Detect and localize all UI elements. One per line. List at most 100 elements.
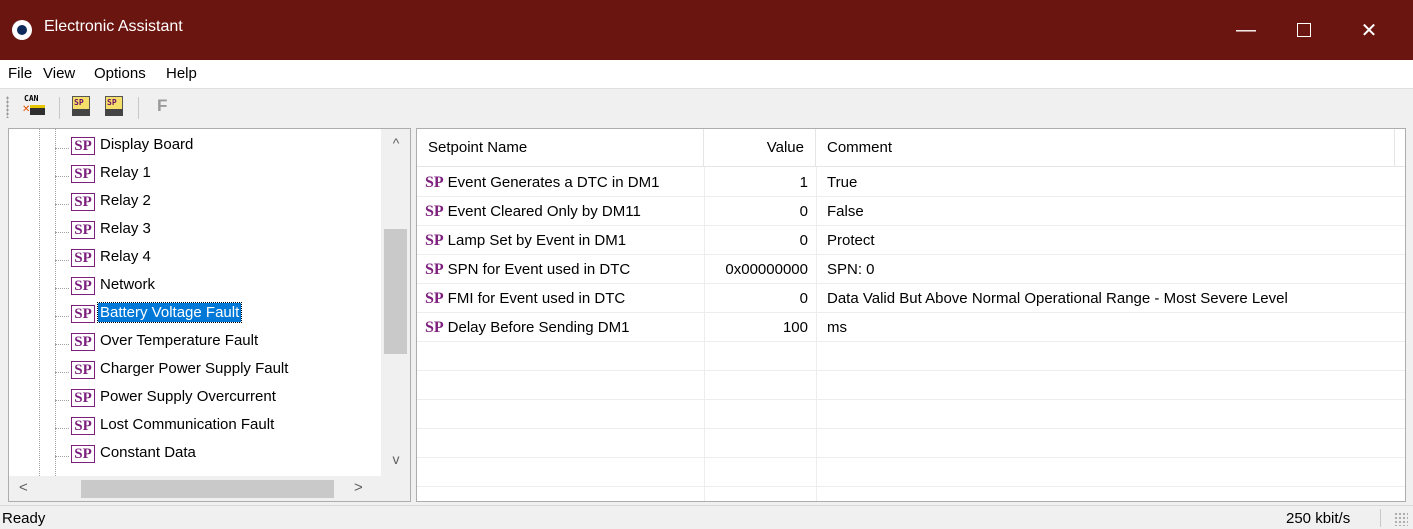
column-header-name[interactable]: Setpoint Name bbox=[417, 129, 704, 167]
setpoint-icon: SP bbox=[425, 290, 444, 307]
menu-file[interactable]: File bbox=[8, 65, 32, 82]
setpoint-value-cell[interactable]: 0 bbox=[704, 197, 808, 226]
minimize-icon: — bbox=[1236, 18, 1256, 41]
tree-item-label[interactable]: Power Supply Overcurrent bbox=[98, 387, 278, 406]
setpoint-group-icon: SP bbox=[71, 249, 95, 267]
setpoint-icon: SP bbox=[425, 261, 444, 278]
setpoint-group-icon: SP bbox=[71, 445, 95, 463]
setpoint-group-icon: SP bbox=[71, 417, 95, 435]
save-setpoints-button[interactable]: SP bbox=[103, 95, 127, 117]
tree-item-label[interactable]: Network bbox=[98, 275, 157, 294]
table-row[interactable]: SP Event Generates a DTC in DM1 1 True bbox=[417, 168, 1405, 197]
table-row[interactable]: SP Lamp Set by Event in DM1 0 Protect bbox=[417, 226, 1405, 255]
tree-item-label[interactable]: Over Temperature Fault bbox=[98, 331, 260, 350]
maximize-button[interactable] bbox=[1275, 0, 1333, 60]
setpoint-open-icon: SP bbox=[74, 98, 84, 107]
column-header-comment[interactable]: Comment bbox=[816, 129, 1395, 167]
setpoint-icon: SP bbox=[425, 174, 444, 191]
app-icon[interactable] bbox=[12, 20, 32, 40]
can-connect-button[interactable]: CAN ✕ bbox=[22, 94, 46, 117]
setpoint-comment-cell: Protect bbox=[827, 232, 875, 249]
setpoint-group-icon: SP bbox=[71, 389, 95, 407]
setpoint-comment-cell: ms bbox=[827, 319, 847, 336]
status-text: Ready bbox=[2, 510, 46, 527]
tree-item-label[interactable]: Charger Power Supply Fault bbox=[98, 359, 290, 378]
tree-item-label[interactable]: Battery Voltage Fault bbox=[96, 302, 243, 323]
setpoint-save-icon: SP bbox=[107, 98, 117, 107]
scroll-up-icon[interactable]: ^ bbox=[381, 135, 410, 151]
setpoint-list[interactable]: Setpoint Name Value Comment SP Event Gene… bbox=[416, 128, 1406, 502]
scroll-thumb[interactable] bbox=[81, 480, 334, 498]
tree-item-label[interactable]: Constant Data bbox=[98, 443, 198, 462]
resize-grip[interactable] bbox=[1394, 512, 1408, 526]
scroll-left-icon[interactable]: < bbox=[19, 479, 28, 496]
setpoint-name: Delay Before Sending DM1 bbox=[447, 319, 630, 336]
setpoint-name: SPN for Event used in DTC bbox=[447, 261, 631, 278]
setpoint-comment-cell: Data Valid But Above Normal Operational … bbox=[827, 290, 1288, 307]
setpoint-value-cell[interactable]: 0 bbox=[704, 226, 808, 255]
setpoint-value-cell[interactable]: 100 bbox=[704, 313, 808, 342]
maximize-icon bbox=[1297, 23, 1311, 37]
bitrate-indicator: 250 kbit/s bbox=[1286, 510, 1351, 527]
toolbar-separator bbox=[59, 97, 60, 119]
menu-view[interactable]: View bbox=[43, 65, 75, 82]
tree-item-label[interactable]: Relay 3 bbox=[98, 219, 153, 238]
table-row[interactable]: SP SPN for Event used in DTC 0x00000000 SPN… bbox=[417, 255, 1405, 284]
main-area: SP Display Board SP Relay 1 SP Relay 2 SP Relay… bbox=[0, 124, 1413, 505]
close-icon: ✕ bbox=[1360, 19, 1378, 42]
setpoint-comment-cell: True bbox=[827, 174, 858, 191]
setpoint-name-cell: SP Event Cleared Only by DM11 bbox=[425, 197, 641, 226]
window-title: Electronic Assistant bbox=[44, 18, 183, 35]
toolbar-grip[interactable] bbox=[6, 96, 9, 118]
tree-item-label[interactable]: Relay 1 bbox=[98, 163, 153, 182]
tree-item-label[interactable]: Relay 4 bbox=[98, 247, 153, 266]
setpoint-comment-cell: False bbox=[827, 203, 864, 220]
setpoint-name-cell: SP FMI for Event used in DTC bbox=[425, 284, 625, 313]
setpoint-value-cell[interactable]: 0 bbox=[704, 284, 808, 313]
menu-options[interactable]: Options bbox=[94, 65, 146, 82]
setpoint-name: FMI for Event used in DTC bbox=[447, 290, 626, 307]
tree-horizontal-scrollbar[interactable]: < > bbox=[9, 476, 381, 501]
status-bar: Ready 250 kbit/s bbox=[0, 505, 1413, 529]
setpoint-group-icon: SP bbox=[71, 165, 95, 183]
setpoint-name: Event Generates a DTC in DM1 bbox=[447, 174, 660, 191]
setpoint-group-icon: SP bbox=[71, 361, 95, 379]
setpoint-icon: SP bbox=[425, 232, 444, 249]
setpoint-group-icon: SP bbox=[71, 137, 95, 155]
flash-button[interactable]: F bbox=[157, 96, 181, 118]
setpoint-group-icon: SP bbox=[71, 333, 95, 351]
tree-item-label[interactable]: Display Board bbox=[98, 135, 195, 154]
setpoint-name-cell: SP SPN for Event used in DTC bbox=[425, 255, 630, 284]
setpoint-name-cell: SP Lamp Set by Event in DM1 bbox=[425, 226, 626, 255]
scroll-thumb[interactable] bbox=[384, 229, 407, 354]
close-button[interactable]: ✕ bbox=[1340, 0, 1398, 60]
scroll-down-icon[interactable]: v bbox=[381, 451, 410, 467]
setpoint-value-cell[interactable]: 1 bbox=[704, 168, 808, 197]
setpoint-icon: SP bbox=[425, 203, 444, 220]
table-row[interactable]: SP FMI for Event used in DTC 0 Data Valid B… bbox=[417, 284, 1405, 313]
setpoint-name: Lamp Set by Event in DM1 bbox=[447, 232, 627, 249]
title-bar: Electronic Assistant — ✕ bbox=[0, 0, 1413, 60]
setpoint-name-cell: SP Delay Before Sending DM1 bbox=[425, 313, 629, 342]
setpoint-value-cell[interactable]: 0x00000000 bbox=[704, 255, 808, 284]
minimize-button[interactable]: — bbox=[1217, 0, 1275, 60]
can-icon: CAN bbox=[24, 94, 39, 103]
table-row[interactable]: SP Delay Before Sending DM1 100 ms bbox=[417, 313, 1405, 342]
tree-item-label[interactable]: Relay 2 bbox=[98, 191, 153, 210]
setpoint-icon: SP bbox=[425, 319, 444, 336]
setpoint-name-cell: SP Event Generates a DTC in DM1 bbox=[425, 168, 659, 197]
open-setpoints-button[interactable]: SP bbox=[70, 95, 94, 117]
setpoint-tree[interactable]: SP Display Board SP Relay 1 SP Relay 2 SP Relay… bbox=[8, 128, 411, 502]
list-header: Setpoint Name Value Comment bbox=[417, 129, 1405, 167]
setpoint-group-icon: SP bbox=[71, 305, 95, 323]
table-row[interactable]: SP Event Cleared Only by DM11 0 False bbox=[417, 197, 1405, 226]
tree-item-label[interactable]: Lost Communication Fault bbox=[98, 415, 276, 434]
setpoint-group-icon: SP bbox=[71, 277, 95, 295]
column-header-value[interactable]: Value bbox=[704, 129, 816, 167]
toolbar-separator bbox=[138, 97, 139, 119]
setpoint-group-icon: SP bbox=[71, 221, 95, 239]
menu-help[interactable]: Help bbox=[166, 65, 197, 82]
scroll-right-icon[interactable]: > bbox=[354, 479, 363, 496]
tree-vertical-scrollbar[interactable]: ^ v bbox=[381, 129, 410, 476]
setpoint-comment-cell: SPN: 0 bbox=[827, 261, 875, 278]
